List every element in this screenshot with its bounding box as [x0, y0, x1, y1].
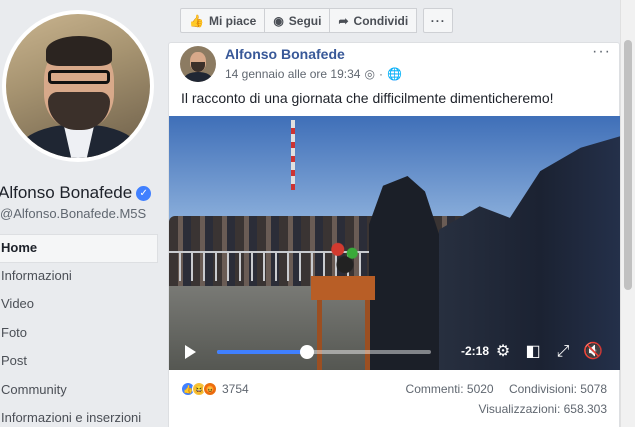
video-controls: -2:18 ⚙ ◧ ⤢ 🔇 [169, 334, 621, 370]
reaction-count: 3754 [222, 382, 249, 396]
reactions-summary[interactable]: 👍 😆 😡 3754 [181, 382, 249, 396]
page-scrollbar[interactable] [620, 0, 635, 427]
page-name[interactable]: Alfonso Bonafede ✓ [0, 183, 152, 203]
sidebar-item-home[interactable]: Home [0, 234, 158, 263]
post-text: Il racconto di una giornata che difficil… [181, 90, 554, 106]
post-timestamp[interactable]: 14 gennaio alle ore 19:34 [225, 67, 360, 81]
views-count: Visualizzazioni: 658.303 [478, 402, 607, 416]
profile-picture-frame[interactable] [2, 10, 154, 162]
rss-icon: ◉ [273, 13, 284, 28]
edit-marker-icon: ◎ [364, 67, 375, 81]
sidebar-item-post[interactable]: Post [0, 348, 158, 377]
angry-reaction-icon: 😡 [203, 382, 217, 396]
video-player[interactable]: -2:18 ⚙ ◧ ⤢ 🔇 [169, 116, 621, 370]
post-card: Alfonso Bonafede 14 gennaio alle ore 19:… [168, 42, 621, 427]
like-page-button[interactable]: 👍 Mi piace [180, 8, 266, 33]
video-progress-bar[interactable] [217, 345, 431, 359]
scrollbar-thumb[interactable] [624, 40, 632, 290]
page-action-bar: 👍 Mi piace ◉ Segui ➦ Condividi ··· [180, 8, 454, 33]
sidebar-nav: Home Informazioni Video Foto Post Commun… [0, 234, 158, 427]
post-meta: 14 gennaio alle ore 19:34 ◎ · 🌐 [225, 67, 402, 81]
fullscreen-icon[interactable]: ⤢ [553, 342, 573, 362]
play-icon[interactable] [185, 345, 196, 359]
sidebar-item-informazioni-inserzioni[interactable]: Informazioni e inserzioni [0, 405, 158, 427]
page-name-label: Alfonso Bonafede [0, 183, 133, 202]
profile-picture[interactable] [6, 14, 150, 158]
post-author-avatar[interactable] [180, 46, 216, 82]
sidebar-item-community[interactable]: Community [0, 377, 158, 406]
verified-badge-icon: ✓ [136, 185, 152, 201]
share-arrow-icon: ➦ [338, 13, 349, 28]
video-progress-fill [217, 350, 307, 354]
video-time-remaining: -2:18 [461, 344, 490, 358]
post-stats: Commenti: 5020 Condivisioni: 5078 Visual… [406, 382, 607, 416]
settings-gear-icon[interactable]: ⚙ [493, 342, 513, 362]
mute-icon[interactable]: 🔇 [583, 342, 603, 362]
sidebar-item-foto[interactable]: Foto [0, 320, 158, 349]
page-username[interactable]: @Alfonso.Bonafede.M5S [0, 206, 146, 221]
post-options-icon[interactable]: ··· [592, 43, 611, 61]
post-author-name[interactable]: Alfonso Bonafede [225, 46, 345, 62]
more-options-button[interactable]: ··· [423, 8, 454, 33]
sidebar-item-informazioni[interactable]: Informazioni [0, 263, 158, 292]
share-button[interactable]: ➦ Condividi [330, 8, 418, 33]
video-scrubber-handle[interactable] [299, 345, 314, 359]
thumbs-up-icon: 👍 [189, 13, 204, 28]
comments-count[interactable]: Commenti: 5020 [406, 382, 494, 396]
sidebar-item-video[interactable]: Video [0, 291, 158, 320]
follow-button[interactable]: ◉ Segui [265, 8, 331, 33]
shares-count[interactable]: Condivisioni: 5078 [509, 382, 607, 396]
picture-in-picture-icon[interactable]: ◧ [523, 342, 543, 362]
left-column: Alfonso Bonafede ✓ @Alfonso.Bonafede.M5S… [0, 0, 168, 427]
globe-icon: 🌐 [386, 67, 402, 81]
